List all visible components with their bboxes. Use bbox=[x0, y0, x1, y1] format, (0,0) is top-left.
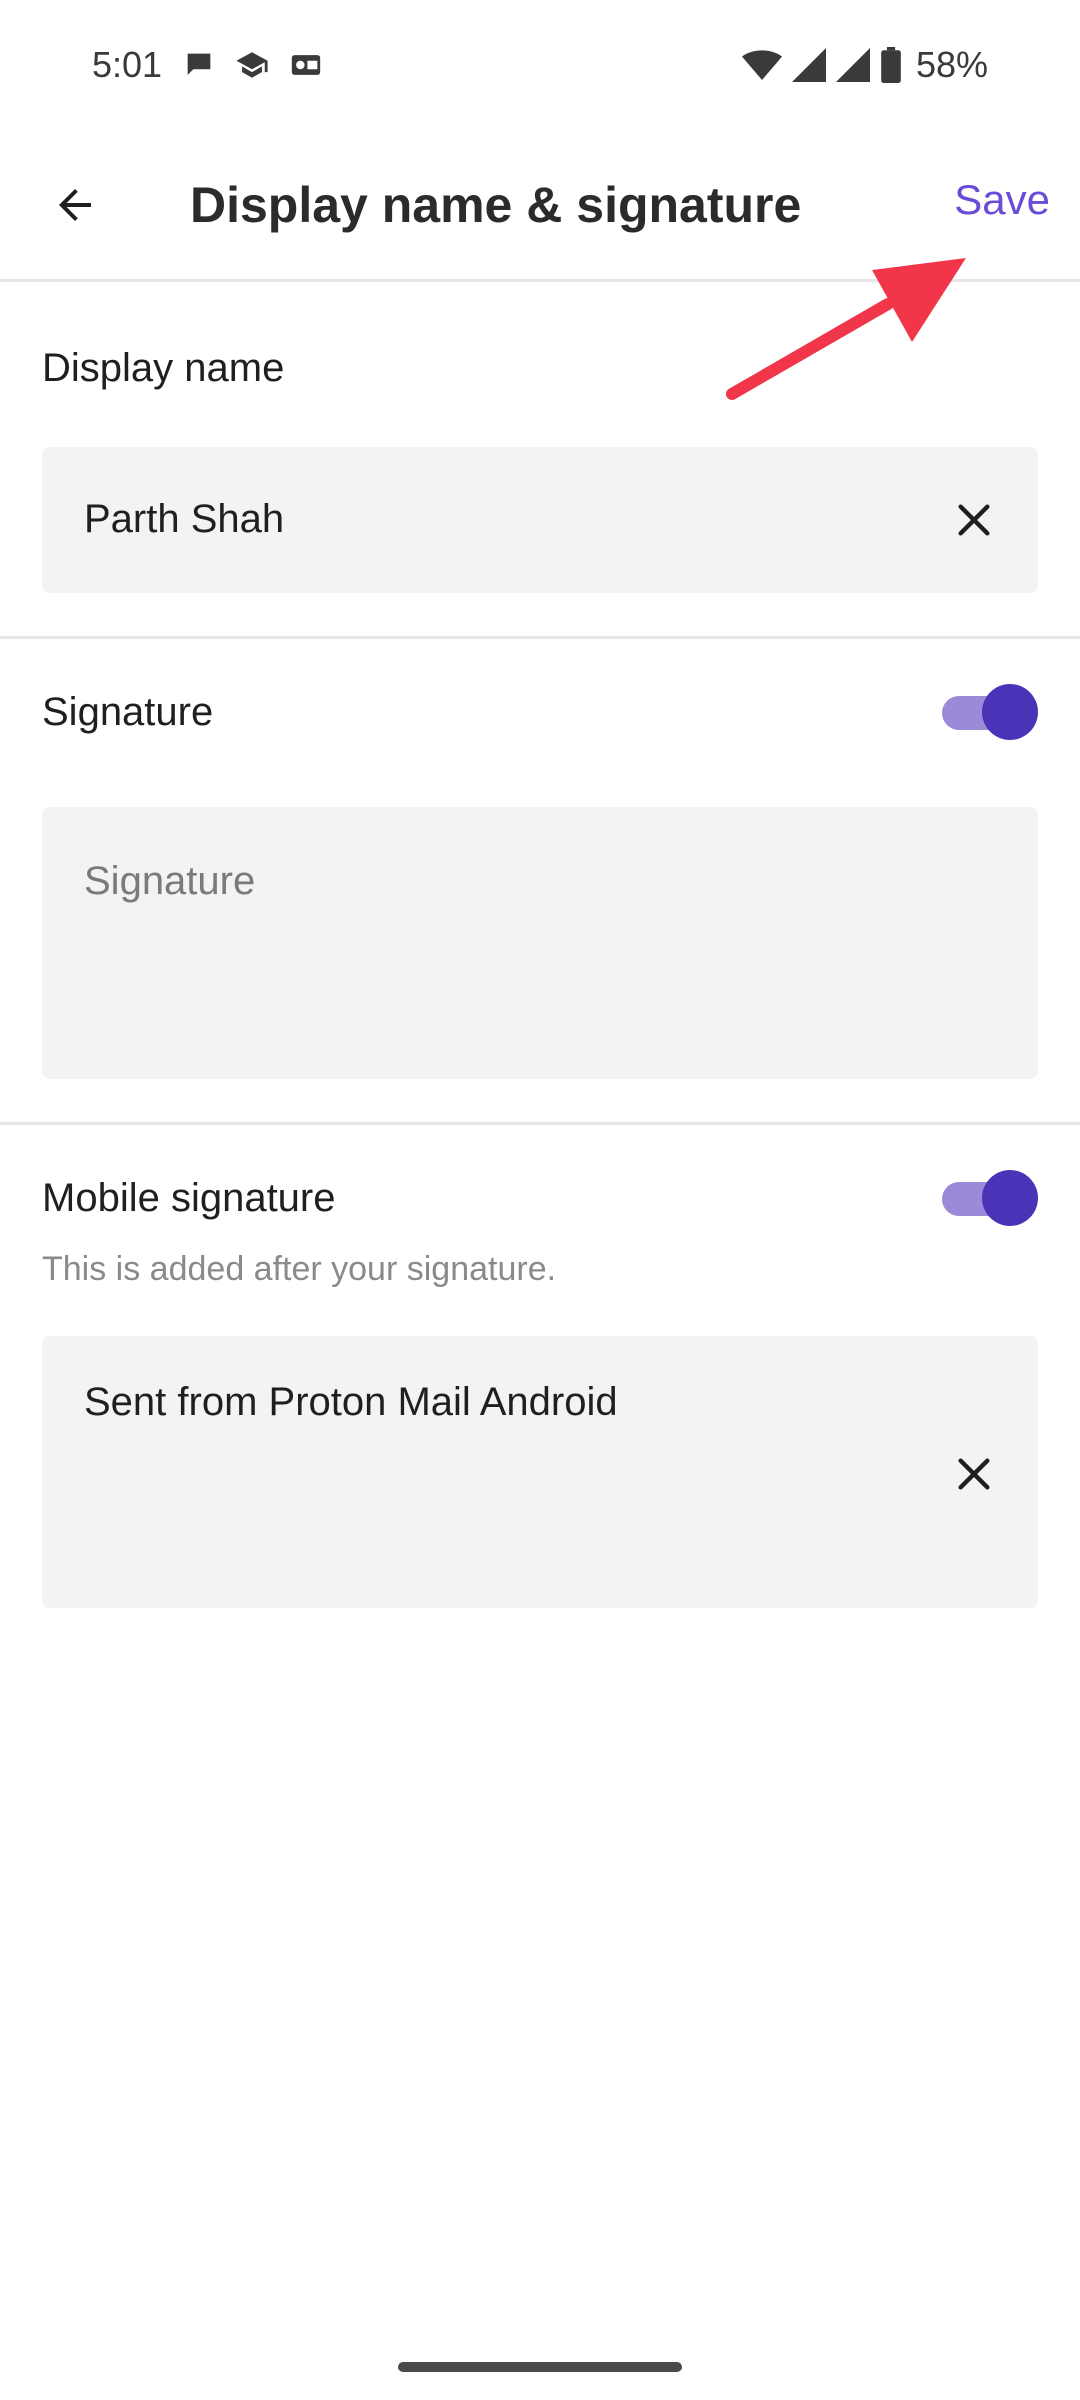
display-name-input[interactable]: Parth Shah bbox=[84, 497, 284, 542]
toggle-thumb bbox=[982, 684, 1038, 740]
display-name-field[interactable]: Parth Shah bbox=[42, 447, 1038, 593]
signature-label: Signature bbox=[42, 690, 214, 734]
status-bar: 5:01 58% bbox=[0, 0, 1080, 130]
close-icon bbox=[958, 1458, 990, 1490]
page-title: Display name & signature bbox=[190, 177, 802, 233]
clear-mobile-signature-button[interactable] bbox=[946, 1446, 1002, 1502]
battery-icon bbox=[881, 47, 901, 83]
arrow-left-icon bbox=[59, 189, 91, 221]
back-button[interactable] bbox=[40, 170, 110, 240]
graduation-icon bbox=[236, 52, 268, 78]
signature-field[interactable]: Signature bbox=[42, 807, 1038, 1079]
mobile-signature-field[interactable]: Sent from Proton Mail Android bbox=[42, 1336, 1038, 1608]
mobile-signature-input[interactable]: Sent from Proton Mail Android bbox=[84, 1380, 618, 1425]
signature-toggle[interactable] bbox=[942, 684, 1038, 740]
signature-placeholder[interactable]: Signature bbox=[84, 859, 255, 904]
outlook-icon bbox=[291, 55, 321, 75]
battery-percent: 58% bbox=[915, 44, 988, 85]
mobile-signature-description: This is added after your signature. bbox=[42, 1250, 557, 1288]
section-divider bbox=[0, 1122, 1080, 1125]
signal-icon bbox=[835, 48, 870, 82]
clear-display-name-button[interactable] bbox=[946, 492, 1002, 548]
section-divider bbox=[0, 636, 1080, 639]
status-time: 5:01 bbox=[92, 44, 163, 85]
display-name-label: Display name bbox=[42, 346, 285, 390]
chat-icon bbox=[187, 53, 211, 75]
system-icons: 58% bbox=[741, 44, 988, 86]
signal-icon bbox=[791, 48, 826, 82]
wifi-icon bbox=[741, 50, 782, 80]
notification-icons bbox=[182, 48, 324, 82]
mobile-signature-label: Mobile signature bbox=[42, 1176, 336, 1220]
toggle-thumb bbox=[982, 1170, 1038, 1226]
save-button[interactable]: Save bbox=[954, 176, 1050, 224]
annotation-arrow-icon bbox=[726, 258, 966, 400]
mobile-signature-toggle[interactable] bbox=[942, 1170, 1038, 1226]
home-indicator[interactable] bbox=[398, 2362, 682, 2372]
close-icon bbox=[958, 504, 990, 536]
